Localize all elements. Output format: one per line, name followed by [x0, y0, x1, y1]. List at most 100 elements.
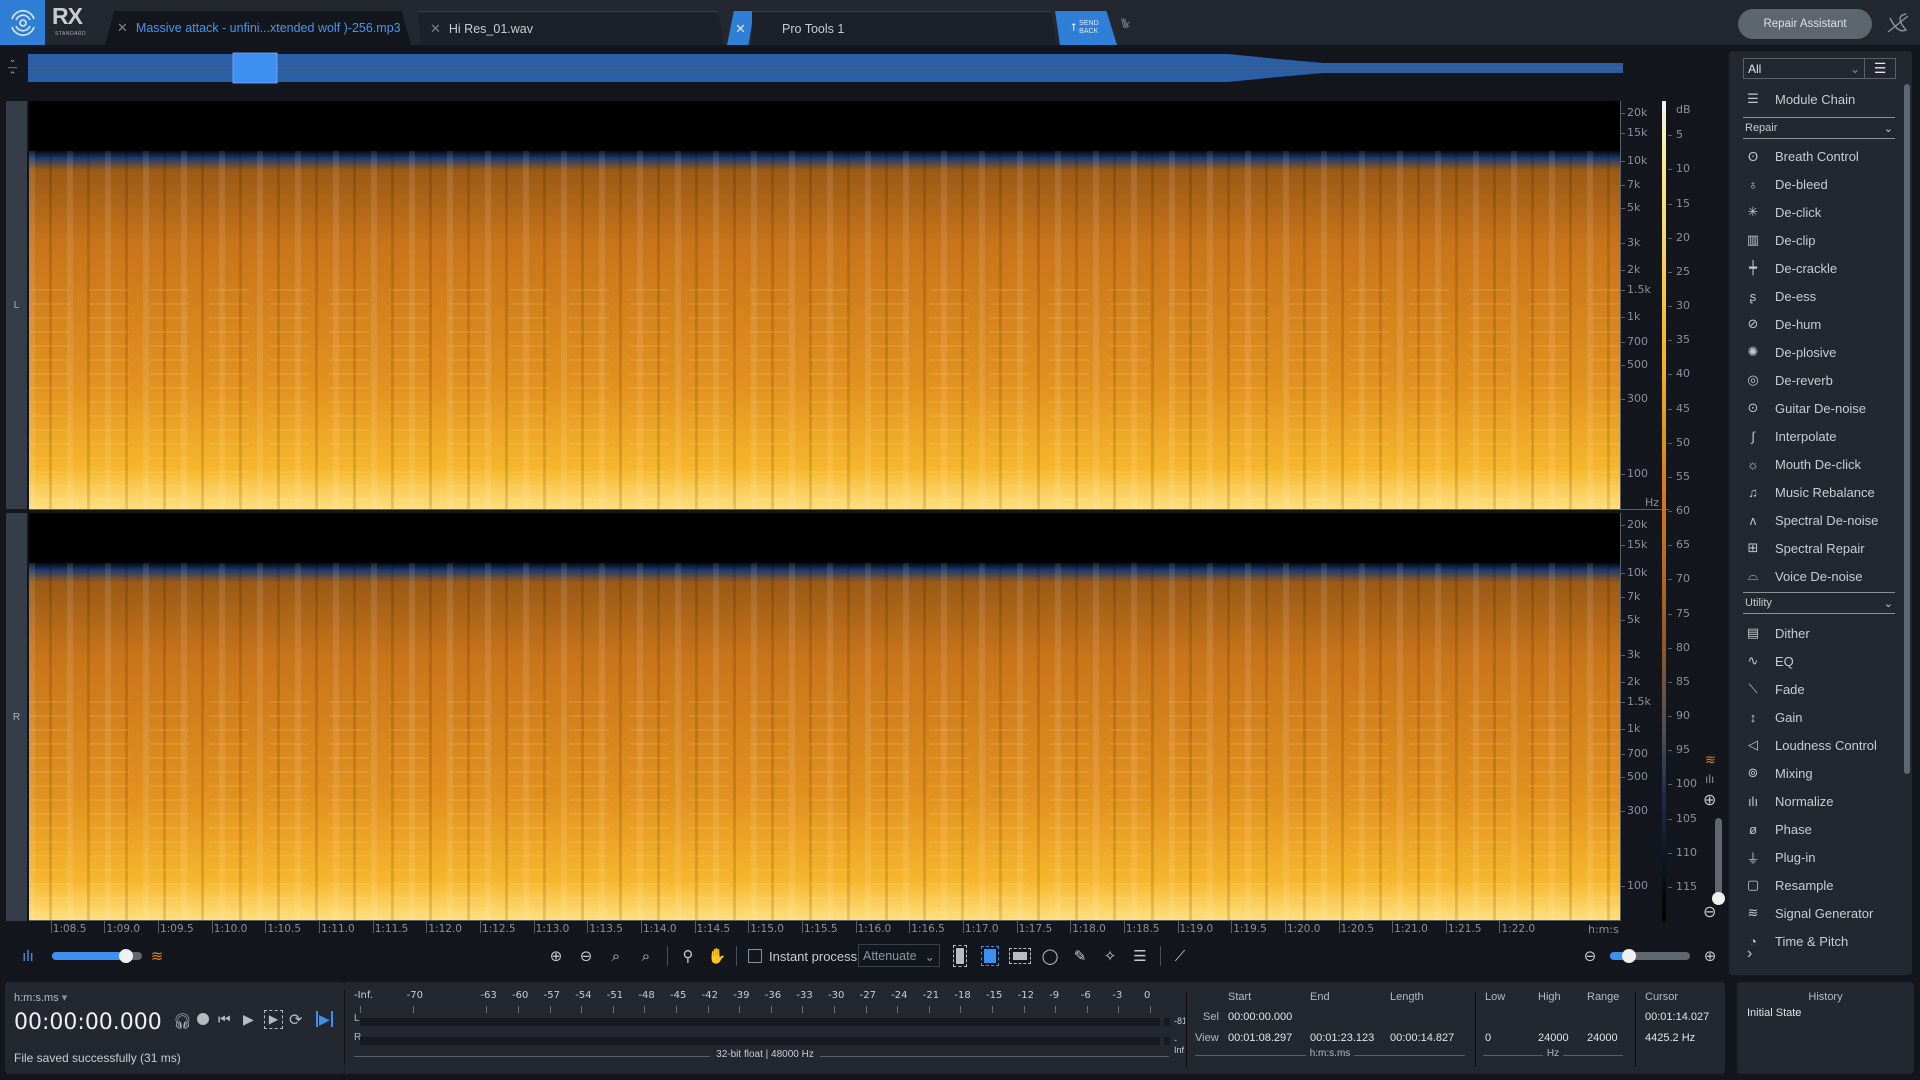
zoom-in-horizontal-icon[interactable]: ⊕: [1700, 946, 1720, 966]
time-tick-mark: [480, 921, 482, 933]
module-voice-de-noise[interactable]: ⌓ Voice De-noise: [1741, 563, 1901, 589]
utility-section-header[interactable]: Utility ⌄: [1743, 592, 1895, 614]
module-de-crackle[interactable]: ┿ De-crackle: [1741, 255, 1901, 281]
play-view-icon[interactable]: ▶︎: [316, 1011, 333, 1027]
module-gain[interactable]: ↕ Gain: [1741, 704, 1901, 730]
module-interpolate[interactable]: ∫ Interpolate: [1741, 423, 1901, 449]
skip-to-start-icon[interactable]: ⏮︎: [218, 1011, 231, 1028]
record-icon[interactable]: [197, 1013, 209, 1025]
play-selection-icon[interactable]: ▶︎: [264, 1010, 283, 1029]
module-de-hum[interactable]: ⊘ De-hum: [1741, 311, 1901, 337]
module-chain-button[interactable]: ☰ Module Chain: [1741, 86, 1901, 112]
module-mouth-de-click[interactable]: ☼ Mouth De-click: [1741, 451, 1901, 477]
brush-tool-icon[interactable]: ✎: [1070, 946, 1090, 966]
tab-file-2[interactable]: ✕ Hi Res_01.wav: [418, 11, 724, 45]
send-back-button[interactable]: ⭡ SEND BACK: [1055, 11, 1117, 45]
view-length-field[interactable]: 00:00:14.827: [1390, 1032, 1454, 1044]
instant-process-checkbox[interactable]: [748, 949, 762, 963]
channel-right-label[interactable]: R: [6, 513, 27, 921]
freq-tick-label: 500: [1627, 357, 1648, 371]
magic-wand-icon[interactable]: ✧: [1100, 946, 1120, 966]
zoom-in-vertical-icon[interactable]: ⊕: [1703, 790, 1716, 810]
close-tab-icon[interactable]: ✕: [117, 20, 128, 36]
module-de-ess[interactable]: ʂ De-ess: [1741, 283, 1901, 309]
collapse-overview-icon[interactable]: ⌄ — ⌃: [8, 55, 17, 80]
module-phase[interactable]: ø Phase: [1741, 816, 1901, 842]
clip-indicator-left[interactable]: [1164, 1018, 1170, 1026]
module-de-plosive[interactable]: ✺ De-plosive: [1741, 339, 1901, 365]
vertical-zoom-slider[interactable]: [1712, 818, 1725, 905]
module-filter-dropdown[interactable]: All ⌄: [1743, 58, 1865, 79]
slider-handle[interactable]: [1622, 949, 1636, 963]
module-dither[interactable]: ▤ Dither: [1741, 620, 1901, 646]
module-music-rebalance[interactable]: ♫ Music Rebalance: [1741, 479, 1901, 505]
slider-handle[interactable]: [118, 949, 133, 963]
module-resample[interactable]: ▢ Resample: [1741, 872, 1901, 898]
view-range-field[interactable]: 24000: [1587, 1032, 1618, 1044]
module-loudness-control[interactable]: ◁ Loudness Control: [1741, 732, 1901, 758]
module-de-bleed[interactable]: ♁ De-bleed: [1741, 171, 1901, 197]
tab-file-1[interactable]: ✕ Massive attack - unfini...xtended wolf …: [105, 11, 411, 45]
spectrogram-opacity-slider[interactable]: [52, 949, 142, 963]
spectrogram-left[interactable]: [29, 101, 1620, 509]
play-icon[interactable]: ▶︎: [243, 1011, 254, 1028]
zoom-in-icon[interactable]: ⊕: [546, 946, 566, 966]
horizontal-zoom-slider[interactable]: [1610, 949, 1690, 963]
clip-indicator-right[interactable]: [1164, 1037, 1170, 1045]
lasso-tool-icon[interactable]: ◯: [1040, 946, 1060, 966]
history-item[interactable]: Initial State: [1747, 1007, 1801, 1019]
module-list-menu-icon[interactable]: ☰: [1864, 58, 1896, 79]
module-fade[interactable]: ⟍ Fade: [1741, 676, 1901, 702]
module-breath-control[interactable]: ʘ Breath Control: [1741, 143, 1901, 169]
repair-section-header[interactable]: Repair ⌄: [1743, 117, 1895, 139]
loop-icon[interactable]: ⟳: [289, 1010, 302, 1030]
waveform-opacity-icon[interactable]: ılı: [18, 946, 38, 966]
zoom-out-vertical-icon[interactable]: ⊖: [1703, 902, 1716, 922]
module-plug-in[interactable]: ⏚ Plug-in: [1741, 844, 1901, 870]
view-start-field[interactable]: 00:01:08.297: [1228, 1032, 1292, 1044]
view-high-field[interactable]: 24000: [1538, 1032, 1569, 1044]
close-tab-icon[interactable]: ✕: [430, 21, 441, 37]
module-signal-generator[interactable]: ≋ Signal Generator: [1741, 900, 1901, 926]
tab-pro-tools[interactable]: Pro Tools 1: [752, 11, 1057, 45]
spectrogram-icon[interactable]: ≋: [147, 946, 167, 966]
zoom-out-horizontal-icon[interactable]: ⊖: [1580, 946, 1600, 966]
module-label: Fade: [1775, 681, 1805, 697]
waveform-overview[interactable]: [28, 51, 1623, 85]
monitor-headphones-icon[interactable]: 🎧︎: [173, 1012, 192, 1030]
module-spectral-repair[interactable]: ⊞ Spectral Repair: [1741, 535, 1901, 561]
view-low-field[interactable]: 0: [1485, 1032, 1491, 1044]
hand-tool-icon[interactable]: ✋: [707, 946, 727, 966]
izotope-connect-icon[interactable]: [1884, 10, 1912, 38]
zoom-tool-icon[interactable]: ⚲: [678, 946, 698, 966]
time-frequency-selection-tool-icon[interactable]: [980, 946, 1000, 966]
spectrogram-right[interactable]: [29, 513, 1620, 921]
view-end-field[interactable]: 00:01:23.123: [1310, 1032, 1374, 1044]
waveform-display-icon[interactable]: ılı: [1705, 772, 1714, 786]
tab-scroll-icon[interactable]: \\\‹: [1121, 16, 1130, 31]
frequency-selection-tool-icon[interactable]: [1009, 946, 1031, 966]
channel-left-label[interactable]: L: [6, 101, 27, 509]
module-eq[interactable]: ∿ EQ: [1741, 648, 1901, 674]
close-tab-icon[interactable]: ✕: [727, 11, 754, 45]
module-de-reverb[interactable]: ◎ De-reverb: [1741, 367, 1901, 393]
process-mode-dropdown[interactable]: Attenuate ⌄: [858, 944, 940, 967]
module-guitar-de-noise[interactable]: ⊙ Guitar De-noise: [1741, 395, 1901, 421]
module-panel-scrollbar[interactable]: [1904, 84, 1910, 774]
module-normalize[interactable]: ılı Normalize: [1741, 788, 1901, 814]
time-selection-tool-icon[interactable]: [950, 945, 970, 967]
zoom-fit-icon[interactable]: ⌕: [636, 946, 656, 966]
pencil-tool-icon[interactable]: ⟋: [1170, 946, 1190, 966]
zoom-out-icon[interactable]: ⊖: [576, 946, 596, 966]
module-mixing[interactable]: ⊚ Mixing: [1741, 760, 1901, 786]
harmonic-selection-icon[interactable]: ☰: [1130, 946, 1150, 966]
sel-start-field[interactable]: 00:00:00.000: [1228, 1011, 1292, 1023]
module-time-pitch[interactable]: ◔ Time & Pitch: [1741, 928, 1901, 954]
module-spectral-de-noise[interactable]: ʌ Spectral De-noise: [1741, 507, 1901, 533]
spectrogram-display-icon[interactable]: ≋: [1705, 752, 1716, 768]
module-de-click[interactable]: ✳ De-click: [1741, 199, 1901, 225]
time-format-dropdown[interactable]: h:m:s.ms ▾: [14, 991, 67, 1004]
module-de-clip[interactable]: ▥ De-clip: [1741, 227, 1901, 253]
zoom-selection-icon[interactable]: ⌕: [606, 946, 626, 966]
repair-assistant-button[interactable]: Repair Assistant: [1738, 9, 1872, 39]
